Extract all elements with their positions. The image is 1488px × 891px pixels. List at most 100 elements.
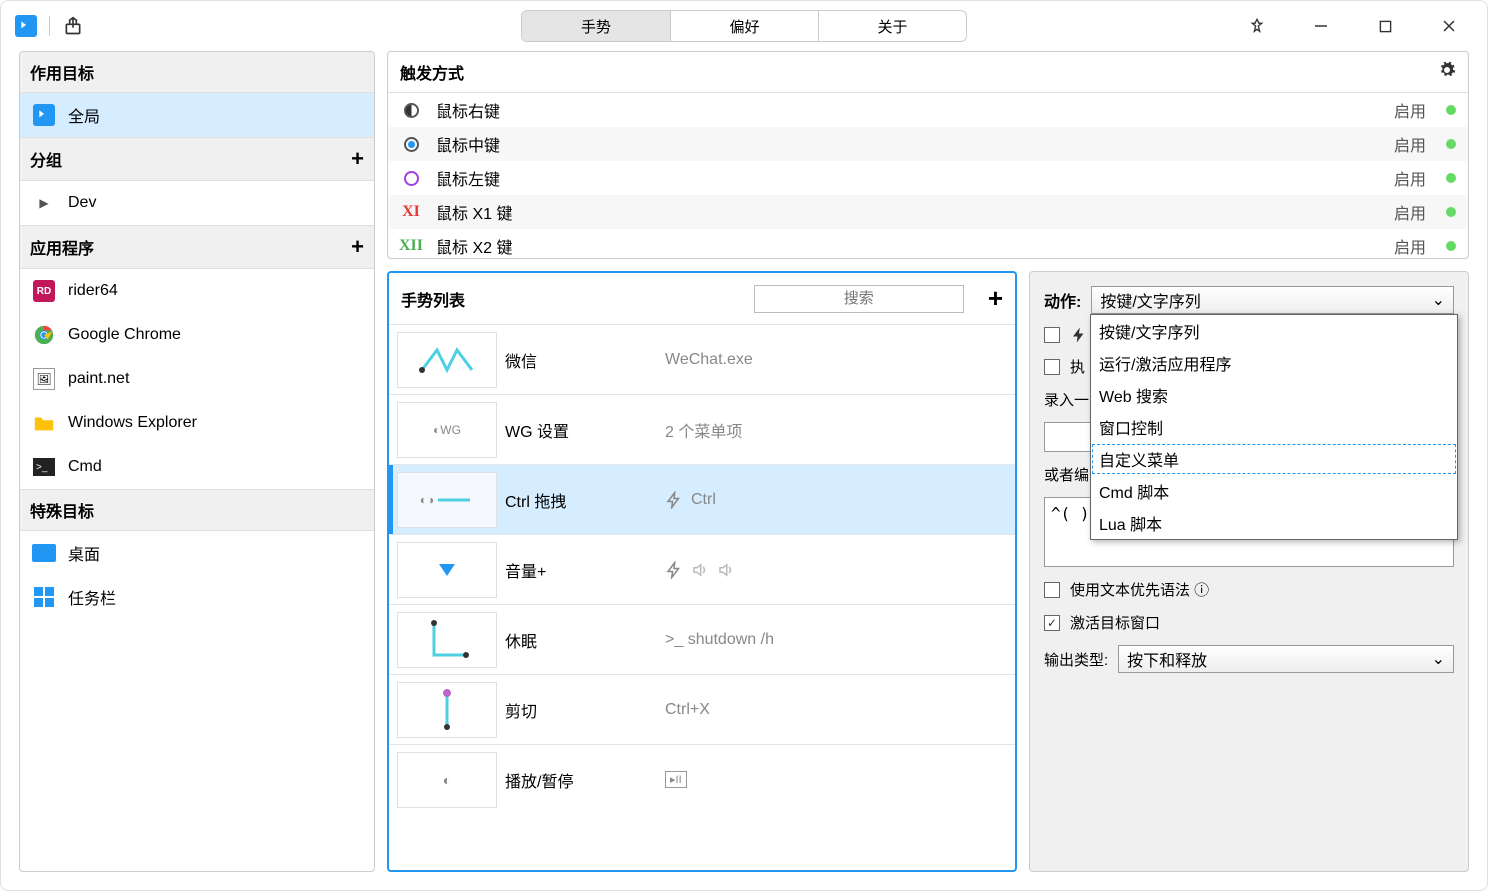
sidebar-item-desktop[interactable]: 桌面	[20, 531, 374, 575]
trigger-name: 鼠标右键	[436, 98, 1380, 122]
gesture-list-panel: 手势列表 + 微信WeChat.exe ◐WGWG 设置2 个菜单项 ◐◑Ctr…	[387, 271, 1017, 872]
gesture-thumb: ◐	[397, 752, 497, 808]
action-dropdown: 按键/文字序列 运行/激活应用程序 Web 搜索 窗口控制 自定义菜单 Cmd …	[1090, 314, 1458, 540]
status-label: 启用	[1394, 132, 1426, 156]
action-select-value: 按键/文字序列	[1100, 288, 1200, 312]
gesture-thumb	[397, 682, 497, 738]
minimize-button[interactable]	[1303, 8, 1339, 44]
sidebar-item-dev[interactable]: ▶ Dev	[20, 181, 374, 225]
text-first-label: 使用文本优先语法 ⓘ	[1070, 579, 1209, 600]
dropdown-item[interactable]: Lua 脚本	[1091, 507, 1457, 539]
sidebar-item-label: 任务栏	[68, 585, 116, 609]
mouse-left-icon	[404, 171, 419, 186]
share-icon[interactable]	[62, 15, 84, 37]
mouse-x2-icon: XII	[399, 237, 423, 255]
chevron-down-icon: ⌄	[1432, 649, 1445, 669]
gesture-row[interactable]: ◐◑Ctrl 拖拽Ctrl	[389, 464, 1015, 534]
gesture-detail: >_ shutdown /h	[665, 631, 774, 649]
trigger-row[interactable]: XII鼠标 X2 键启用	[388, 229, 1468, 258]
tab-about[interactable]: 关于	[818, 11, 966, 41]
text-first-checkbox[interactable]	[1044, 582, 1060, 598]
execute-checkbox[interactable]	[1044, 359, 1060, 375]
maximize-button[interactable]	[1367, 8, 1403, 44]
record-label: 录入一	[1044, 392, 1089, 409]
gesture-row[interactable]: 剪切Ctrl+X	[389, 674, 1015, 744]
sidebar-item-paintnet[interactable]: 🖼 paint.net	[20, 357, 374, 401]
sidebar-item-explorer[interactable]: Windows Explorer	[20, 401, 374, 445]
tab-gestures[interactable]: 手势	[522, 11, 670, 41]
activate-window-label: 激活目标窗口	[1070, 612, 1160, 633]
gesture-detail: WeChat.exe	[665, 351, 753, 369]
gear-icon[interactable]	[1438, 61, 1456, 84]
add-app-button[interactable]: +	[351, 234, 364, 260]
gesture-name: 微信	[505, 348, 665, 372]
sidebar-item-taskbar[interactable]: 任务栏	[20, 575, 374, 619]
gesture-detail: 2 个菜单项	[665, 418, 742, 442]
sidebar-item-label: Dev	[68, 194, 96, 212]
sidebar-item-label: paint.net	[68, 370, 129, 388]
close-button[interactable]	[1431, 8, 1467, 44]
gesture-detail-text: Ctrl	[691, 491, 716, 509]
titlebar: 手势 偏好 关于	[1, 1, 1487, 51]
status-label: 启用	[1394, 200, 1426, 224]
trigger-name: 鼠标 X2 键	[436, 234, 1380, 258]
add-group-button[interactable]: +	[351, 146, 364, 172]
sidebar-item-label: Cmd	[68, 458, 102, 476]
dropdown-item[interactable]: Cmd 脚本	[1091, 475, 1457, 507]
target-header-label: 作用目标	[30, 60, 94, 84]
app-icon	[15, 15, 37, 37]
trigger-row[interactable]: 鼠标左键启用	[388, 161, 1468, 195]
rider-icon: RD	[32, 279, 56, 303]
dropdown-item[interactable]: 按键/文字序列	[1091, 315, 1457, 347]
action-label: 动作:	[1044, 288, 1081, 312]
sidebar-item-rider64[interactable]: RDrider64	[20, 269, 374, 313]
paintnet-icon: 🖼	[32, 367, 56, 391]
apps-header: 应用程序 +	[20, 225, 374, 269]
sidebar-item-global[interactable]: 全局	[20, 93, 374, 137]
gesture-name: 休眠	[505, 628, 665, 652]
gesture-detail	[665, 561, 735, 579]
trigger-row[interactable]: 鼠标右键启用	[388, 93, 1468, 127]
execute-label: 执	[1070, 356, 1085, 377]
gesture-name: Ctrl 拖拽	[505, 488, 665, 512]
group-header: 分组 +	[20, 137, 374, 181]
group-header-label: 分组	[30, 147, 62, 171]
dropdown-item[interactable]: 运行/激活应用程序	[1091, 347, 1457, 379]
chevron-right-icon: ▶	[32, 191, 56, 215]
bolt-checkbox[interactable]	[1044, 327, 1060, 343]
tab-preferences[interactable]: 偏好	[670, 11, 818, 41]
dropdown-item[interactable]: 自定义菜单	[1091, 443, 1457, 475]
add-gesture-button[interactable]: +	[988, 283, 1003, 314]
status-dot-icon	[1446, 173, 1456, 183]
gesture-name: 音量+	[505, 558, 665, 582]
pin-icon[interactable]	[1239, 8, 1275, 44]
gesture-row[interactable]: ◐播放/暂停▸II	[389, 744, 1015, 814]
output-type-value: 按下和释放	[1127, 647, 1207, 671]
status-label: 启用	[1394, 98, 1426, 122]
trigger-row[interactable]: 鼠标中键启用	[388, 127, 1468, 161]
action-panel: 动作: 按键/文字序列 ⌄ 按键/文字序列 运行/激活应用程序 Web 搜索 窗…	[1029, 271, 1469, 872]
speaker-icon	[691, 561, 709, 579]
gesture-row[interactable]: 微信WeChat.exe	[389, 324, 1015, 394]
sidebar-item-chrome[interactable]: Google Chrome	[20, 313, 374, 357]
gesture-row[interactable]: 音量+	[389, 534, 1015, 604]
sidebar-item-label: Google Chrome	[68, 326, 181, 344]
special-header: 特殊目标	[20, 489, 374, 531]
gesture-row[interactable]: 休眠>_ shutdown /h	[389, 604, 1015, 674]
activate-window-checkbox[interactable]	[1044, 615, 1060, 631]
action-select[interactable]: 按键/文字序列 ⌄	[1091, 286, 1454, 314]
output-type-select[interactable]: 按下和释放 ⌄	[1118, 645, 1454, 673]
status-dot-icon	[1446, 241, 1456, 251]
sidebar-item-cmd[interactable]: >_Cmd	[20, 445, 374, 489]
cursor-icon	[32, 103, 56, 127]
search-input[interactable]	[754, 285, 964, 313]
chrome-icon	[32, 323, 56, 347]
dropdown-item[interactable]: Web 搜索	[1091, 379, 1457, 411]
gesture-name: 播放/暂停	[505, 768, 665, 792]
trigger-row[interactable]: XI鼠标 X1 键启用	[388, 195, 1468, 229]
trigger-name: 鼠标 X1 键	[436, 200, 1380, 224]
gesture-row[interactable]: ◐WGWG 设置2 个菜单项	[389, 394, 1015, 464]
trigger-panel: 触发方式 鼠标右键启用 鼠标中键启用 鼠标左键启用 XI鼠标 X1 键启用 XI…	[387, 51, 1469, 259]
output-type-label: 输出类型:	[1044, 649, 1108, 670]
dropdown-item[interactable]: 窗口控制	[1091, 411, 1457, 443]
